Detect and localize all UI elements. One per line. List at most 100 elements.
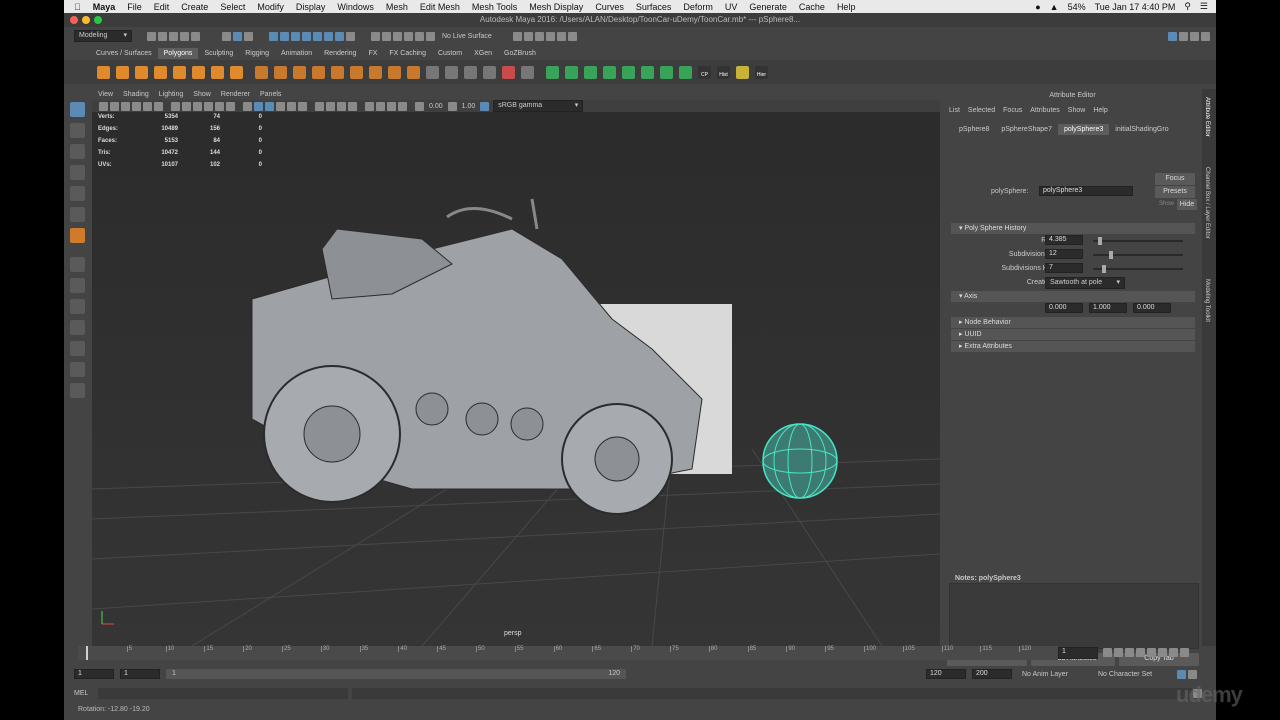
show-button[interactable]: Show [1159, 201, 1174, 207]
lights-icon[interactable] [287, 101, 296, 111]
menu-windows[interactable]: Windows [337, 2, 374, 12]
shelf-tab-polygons[interactable]: Polygons [157, 47, 199, 59]
play-forward-icon[interactable] [1147, 648, 1156, 657]
render-view-icon[interactable] [556, 31, 566, 41]
poly-plane-icon[interactable] [173, 65, 186, 79]
separate-icon[interactable] [274, 65, 287, 79]
playback-end-field[interactable]: 120 [926, 669, 966, 679]
center-pivot-icon[interactable]: CP [698, 65, 711, 79]
list-icon[interactable]: ☰ [1200, 1, 1208, 12]
character-set-dropdown[interactable]: No Character Set [1098, 671, 1176, 678]
select-hierarchy-shelf-icon[interactable]: Hier [755, 65, 768, 79]
camera-select-icon[interactable] [99, 101, 108, 111]
close-icon[interactable] [70, 16, 78, 24]
current-frame-field[interactable]: 1 [1058, 647, 1098, 659]
poly-torus-icon[interactable] [192, 65, 205, 79]
undo-icon[interactable] [180, 31, 189, 41]
gamma-icon[interactable] [447, 101, 457, 111]
shelf-tab-fx-caching[interactable]: FX Caching [383, 48, 432, 59]
poly-cone-icon[interactable] [154, 65, 167, 79]
wifi-icon[interactable]: ● [1035, 2, 1040, 12]
freeze-transform-icon[interactable] [736, 65, 749, 79]
menu-app[interactable]: Maya [93, 2, 116, 12]
menu-modify[interactable]: Modify [257, 2, 284, 12]
render-settings-icon[interactable] [534, 31, 544, 41]
vp-menu-panels[interactable]: Panels [260, 91, 281, 98]
section-node-behavior[interactable]: ▸ Node Behavior [951, 317, 1195, 328]
image-plane-icon[interactable] [132, 101, 141, 111]
ae-tab-initialshadinggroup[interactable]: initialShadingGroup [1109, 124, 1169, 135]
vp-menu-shading[interactable]: Shading [123, 91, 149, 98]
mask-dynamic-icon[interactable] [335, 31, 344, 41]
workspace-icon[interactable] [1168, 31, 1177, 41]
shelf-tab-custom[interactable]: Custom [432, 48, 468, 59]
radius-slider-knob[interactable] [1098, 237, 1103, 245]
append-poly-icon[interactable] [464, 65, 477, 79]
menu-help[interactable]: Help [837, 2, 856, 12]
shadows-icon[interactable] [298, 101, 307, 111]
poly-pyramid-icon[interactable] [211, 65, 224, 79]
boolean-icon[interactable] [350, 65, 363, 79]
shelf-tab-gozbrush[interactable]: GoZBrush [498, 48, 542, 59]
smooth-icon[interactable] [312, 65, 325, 79]
planar-map-icon[interactable] [546, 65, 559, 79]
input-output-icon[interactable] [567, 31, 577, 41]
focus-button[interactable]: Focus [1155, 173, 1195, 185]
ipr-render-icon[interactable] [523, 31, 533, 41]
shelf-tab-xgen[interactable]: XGen [468, 48, 498, 59]
presets-button[interactable]: Presets [1155, 186, 1195, 198]
section-uuid[interactable]: ▸ UUID [951, 329, 1195, 340]
timeline-current-marker[interactable] [86, 646, 88, 660]
axis-x-field[interactable]: 0.000 [1045, 303, 1083, 313]
axis-y-field[interactable]: 1.000 [1089, 303, 1127, 313]
menu-cache[interactable]: Cache [799, 2, 825, 12]
film-gate-icon[interactable] [182, 101, 191, 111]
paint-select-icon[interactable] [69, 144, 85, 159]
menu-curves[interactable]: Curves [595, 2, 624, 12]
shelf-tab-rendering[interactable]: Rendering [318, 48, 362, 59]
xray-icon[interactable] [376, 101, 385, 111]
mask-curve-icon[interactable] [313, 31, 322, 41]
multi-cut-icon[interactable] [426, 65, 439, 79]
lasso-tool-icon[interactable] [69, 123, 85, 138]
search-icon[interactable]: ⚲ [1184, 1, 1191, 12]
create-uvs-dropdown[interactable]: Sawtooth at pole ▾ [1045, 277, 1125, 289]
hide-button[interactable]: Hide [1177, 199, 1197, 210]
menu-surfaces[interactable]: Surfaces [636, 2, 672, 12]
target-weld-icon[interactable] [502, 65, 515, 79]
node-name-field[interactable]: polySphere3 [1039, 186, 1133, 196]
gate-mask-icon[interactable] [204, 101, 213, 111]
ae-menu-focus[interactable]: Focus [1003, 107, 1022, 114]
panel-toggle-icon[interactable] [1190, 31, 1199, 41]
make-live-icon[interactable] [426, 31, 435, 41]
anim-prefs-icon[interactable] [1188, 669, 1197, 679]
end-time-field[interactable]: 200 [972, 669, 1012, 679]
viewport-persp[interactable] [92, 89, 940, 646]
extrude-icon[interactable] [369, 65, 382, 79]
menu-mesh-tools[interactable]: Mesh Tools [472, 2, 517, 12]
mask-face-icon[interactable] [291, 31, 300, 41]
outliner-layout-icon[interactable] [69, 341, 85, 356]
poly-cylinder-icon[interactable] [135, 65, 148, 79]
clock[interactable]: Tue Jan 17 4:40 PM [1095, 2, 1176, 12]
poly-sphere-icon[interactable] [97, 65, 110, 79]
select-tool-icon[interactable] [69, 102, 85, 117]
combine-icon[interactable] [255, 65, 268, 79]
xray-active-icon[interactable] [398, 101, 407, 111]
near-value[interactable]: 0.00 [429, 103, 443, 110]
select-hierarchy-icon[interactable] [222, 31, 231, 41]
menu-generate[interactable]: Generate [749, 2, 787, 12]
isolate-select-icon[interactable] [365, 101, 374, 111]
layout-icon[interactable] [1179, 31, 1188, 41]
ae-tab-psphereshape7[interactable]: pSphereShape7 [995, 124, 1058, 135]
ae-menu-show[interactable]: Show [1068, 107, 1086, 114]
auto-map-icon[interactable] [565, 65, 578, 79]
subdiv-axis-slider[interactable] [1093, 251, 1183, 259]
ae-menu-help[interactable]: Help [1093, 107, 1107, 114]
hypershade-icon[interactable] [545, 31, 555, 41]
start-time-field[interactable]: 1 [74, 669, 114, 679]
step-back-frame-icon[interactable] [1125, 648, 1134, 657]
shelf-tab-curves-surfaces[interactable]: Curves / Surfaces [90, 48, 158, 59]
snap-curve-icon[interactable] [382, 31, 391, 41]
vp-menu-show[interactable]: Show [193, 91, 211, 98]
